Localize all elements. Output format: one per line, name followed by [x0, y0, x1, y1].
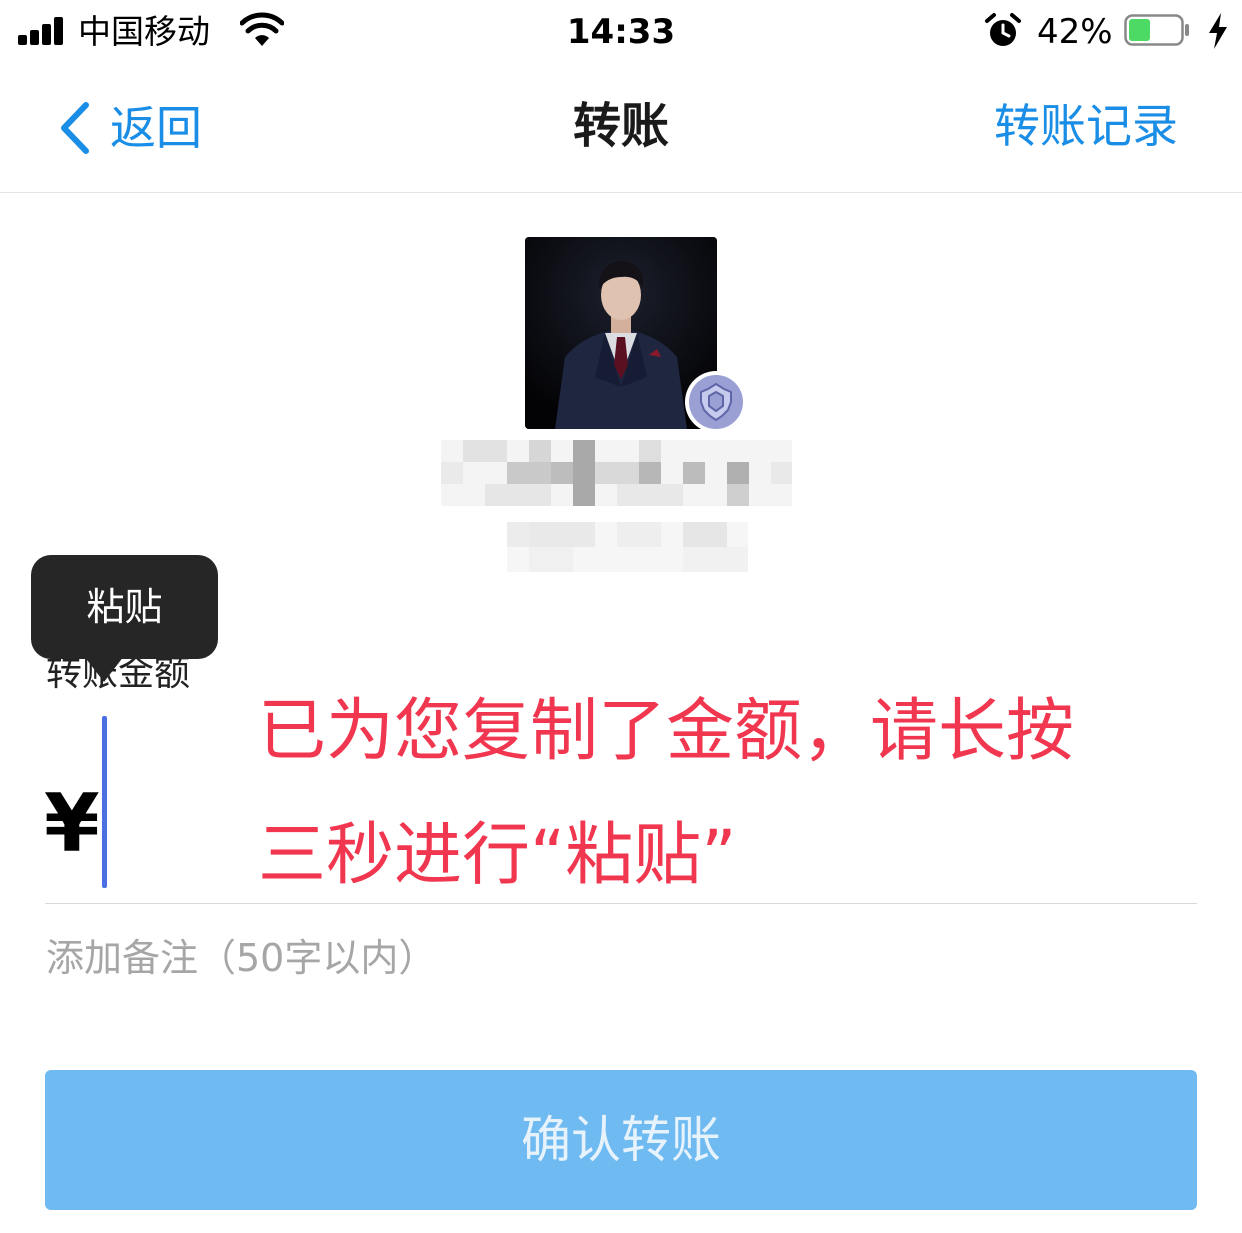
instruction-line-1: 已为您复制了金额，请长按 — [258, 692, 1075, 771]
divider — [45, 903, 1197, 904]
confirm-transfer-button[interactable]: 确认转账 — [45, 1070, 1197, 1210]
tooltip-arrow — [84, 656, 124, 682]
battery-percent: 42% — [1037, 12, 1113, 52]
battery-icon — [1124, 14, 1189, 46]
verified-badge-icon — [685, 371, 747, 433]
charging-bolt-icon — [1209, 13, 1227, 49]
status-bar: 中国移动 14:33 42% — [0, 0, 1242, 64]
nav-bar: 返回 转账 转账记录 — [0, 64, 1242, 193]
transfer-history-link[interactable]: 转账记录 — [994, 94, 1178, 158]
recipient-account-pixelated — [507, 522, 748, 572]
recipient-name-pixelated — [441, 440, 792, 506]
alarm-clock-icon — [985, 13, 1021, 46]
amount-input[interactable] — [102, 716, 107, 888]
note-input[interactable]: 添加备注（50字以内） — [46, 930, 436, 986]
currency-symbol: ¥ — [44, 777, 100, 870]
paste-menu-button[interactable]: 粘贴 — [31, 555, 218, 659]
instruction-line-2: 三秒进行“粘贴” — [258, 816, 737, 895]
